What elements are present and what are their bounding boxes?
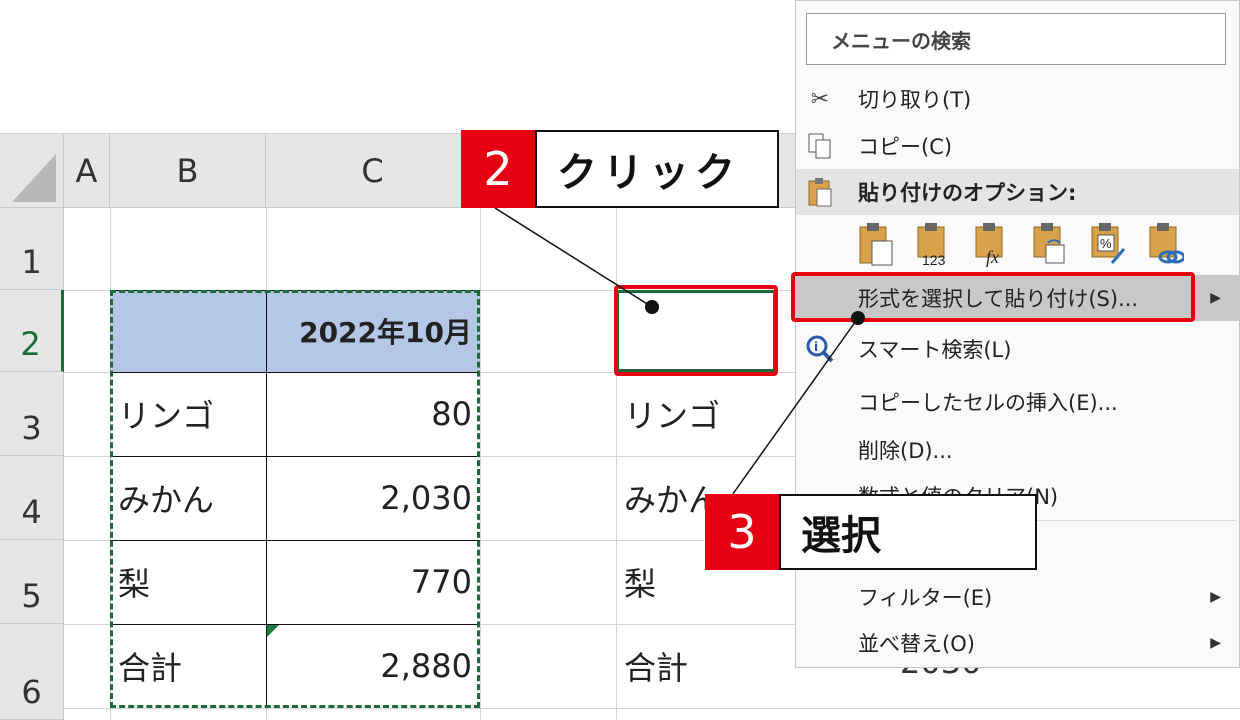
callout-step-2-label: クリック — [535, 130, 779, 208]
annotation-lines — [494, 207, 865, 499]
click-point-marker — [645, 300, 659, 314]
callout-step-3: 3 選択 — [705, 494, 1037, 570]
select-point-marker — [851, 311, 865, 325]
callout-step-2: 2 クリック — [461, 130, 779, 208]
callout-step-3-label: 選択 — [779, 494, 1037, 570]
callout-step-3-number: 3 — [705, 494, 779, 570]
callout-step-2-number: 2 — [461, 130, 535, 208]
